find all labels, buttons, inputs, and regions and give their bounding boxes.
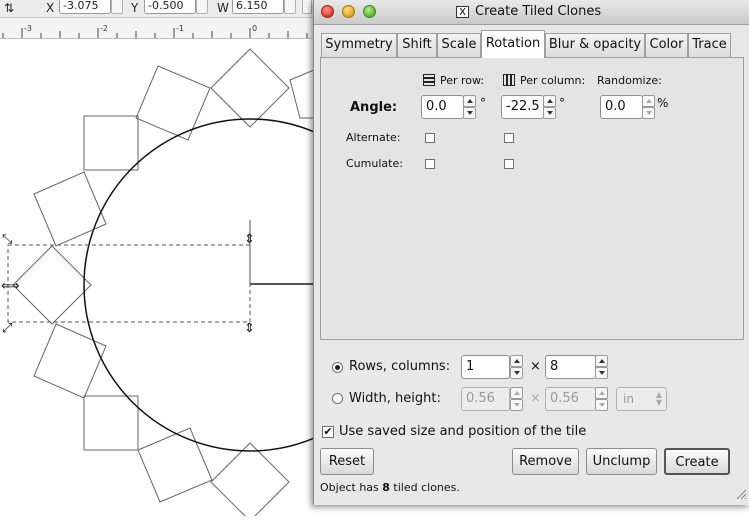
clone-count: 8 bbox=[382, 481, 390, 494]
angle-randomize-spinner[interactable] bbox=[642, 95, 655, 119]
w-spinner[interactable] bbox=[284, 0, 296, 14]
x-label: X bbox=[46, 1, 55, 15]
alternate-label: Alternate: bbox=[346, 131, 401, 144]
tab-rotation[interactable]: Rotation bbox=[481, 30, 545, 58]
x11-app-icon: X bbox=[456, 6, 469, 18]
unclump-button[interactable]: Unclump bbox=[586, 448, 657, 475]
dialog-title: Create Tiled Clones bbox=[475, 4, 602, 19]
selection-handles: ⤡ ⟺ ⤢ ⇕ ⇕ bbox=[1, 232, 255, 336]
cumulate-label: Cumulate: bbox=[346, 157, 403, 170]
per-row-icon bbox=[423, 74, 435, 86]
remove-button[interactable]: Remove bbox=[512, 448, 579, 475]
degree-unit: ° bbox=[480, 96, 486, 110]
w-input[interactable]: 6.150 bbox=[232, 0, 284, 14]
w-label: W bbox=[217, 1, 229, 15]
randomize-label: Randomize: bbox=[597, 74, 662, 87]
minimize-button[interactable] bbox=[342, 5, 355, 18]
y-input[interactable]: -0.500 bbox=[144, 0, 196, 14]
tab-trace[interactable]: Trace bbox=[688, 33, 731, 57]
create-button[interactable]: Create bbox=[664, 448, 730, 475]
clone-square bbox=[83, 395, 139, 451]
alternate-per-column-checkbox[interactable] bbox=[504, 133, 514, 143]
times-sign: × bbox=[530, 391, 541, 406]
stretch-handle-icon: ⇕ bbox=[244, 232, 255, 247]
clone-square bbox=[33, 171, 107, 247]
percent-unit: % bbox=[657, 96, 669, 110]
use-saved-label: Use saved size and position of the tile bbox=[339, 424, 587, 439]
x-input[interactable]: -3.075 bbox=[59, 0, 111, 14]
angle-per-row-spinner[interactable] bbox=[463, 95, 476, 119]
clone-square bbox=[210, 442, 290, 520]
scale-handle-icon: ⤡ bbox=[2, 232, 13, 247]
clone-square bbox=[83, 115, 139, 171]
width-spinner[interactable] bbox=[510, 387, 523, 411]
unit-select[interactable]: in ▲ ▼ bbox=[616, 387, 667, 411]
columns-spinner[interactable] bbox=[595, 355, 608, 379]
toolbar-arrow-icon[interactable]: ⇅ bbox=[4, 1, 14, 15]
clone-square bbox=[135, 65, 211, 141]
selection-bbox bbox=[7, 244, 251, 323]
cumulate-per-column-checkbox[interactable] bbox=[504, 159, 514, 169]
close-button[interactable] bbox=[321, 5, 334, 18]
height-spinner[interactable] bbox=[595, 387, 608, 411]
angle-per-column-input[interactable]: -22.5 bbox=[501, 95, 544, 119]
ruler-label: -1 bbox=[176, 24, 184, 33]
times-sign: × bbox=[530, 359, 541, 374]
clone-square bbox=[12, 245, 92, 325]
status-suffix: tiled clones. bbox=[389, 481, 460, 494]
clone-square bbox=[210, 48, 290, 128]
dialog-titlebar[interactable]: X Create Tiled Clones bbox=[314, 0, 749, 25]
height-input[interactable]: 0.56 bbox=[545, 387, 596, 411]
columns-input[interactable]: 8 bbox=[545, 355, 596, 379]
tab-symmetry[interactable]: Symmetry bbox=[321, 33, 397, 57]
width-height-radio[interactable] bbox=[332, 393, 343, 404]
rows-columns-radio[interactable] bbox=[332, 362, 343, 373]
cumulate-per-row-checkbox[interactable] bbox=[425, 159, 435, 169]
tab-blur-opacity[interactable]: Blur & opacity bbox=[545, 33, 645, 57]
tab-scale[interactable]: Scale bbox=[437, 33, 481, 57]
tab-color[interactable]: Color bbox=[645, 33, 688, 57]
ruler-label: 0 bbox=[252, 24, 258, 33]
rows-spinner[interactable] bbox=[510, 355, 523, 379]
chevron-updown-icon: ▲ ▼ bbox=[655, 390, 662, 407]
clone-square bbox=[33, 323, 107, 399]
ruler-label: -2 bbox=[100, 24, 108, 33]
y-spinner[interactable] bbox=[196, 0, 208, 14]
lock-icon[interactable] bbox=[302, 0, 312, 14]
reset-button[interactable]: Reset bbox=[320, 448, 374, 475]
create-tiled-clones-dialog: X Create Tiled Clones Symmetry Shift Sca… bbox=[313, 0, 749, 505]
resize-grip-icon[interactable] bbox=[735, 488, 747, 500]
rows-input[interactable]: 1 bbox=[461, 355, 510, 379]
angle-label: Angle: bbox=[350, 100, 398, 115]
status-text: Object has 8 tiled clones. bbox=[320, 481, 460, 494]
stretch-handle-icon: ⟺ bbox=[1, 279, 20, 294]
scale-handle-icon: ⤢ bbox=[2, 321, 12, 336]
clone-square bbox=[289, 69, 315, 119]
ruler-ticks bbox=[2, 28, 308, 38]
tab-shift[interactable]: Shift bbox=[397, 33, 437, 57]
y-label: Y bbox=[131, 1, 139, 15]
unit-select-value: in bbox=[623, 392, 634, 406]
maximize-button[interactable] bbox=[363, 5, 376, 18]
angle-per-row-input[interactable]: 0.0 bbox=[421, 95, 464, 119]
width-height-label: Width, height: bbox=[349, 391, 441, 406]
angle-per-column-spinner[interactable] bbox=[543, 95, 556, 119]
degree-unit: ° bbox=[559, 96, 565, 110]
per-column-label: Per column: bbox=[520, 74, 586, 87]
use-saved-checkbox[interactable]: ✔ bbox=[322, 426, 334, 438]
rows-columns-label: Rows, columns: bbox=[349, 359, 451, 374]
status-prefix: Object has bbox=[320, 481, 383, 494]
x-spinner[interactable] bbox=[111, 0, 123, 14]
angle-randomize-input[interactable]: 0.0 bbox=[600, 95, 643, 119]
tiled-clone-squares bbox=[12, 48, 315, 520]
per-column-icon bbox=[503, 74, 515, 86]
clone-square bbox=[137, 427, 213, 503]
width-input[interactable]: 0.56 bbox=[461, 387, 510, 411]
rotation-panel: Per row: Per column: Randomize: Angle: 0… bbox=[320, 57, 744, 340]
alternate-per-row-checkbox[interactable] bbox=[425, 133, 435, 143]
ruler-label: -3 bbox=[24, 24, 32, 33]
per-row-label: Per row: bbox=[440, 74, 485, 87]
stretch-handle-icon: ⇕ bbox=[244, 321, 255, 336]
